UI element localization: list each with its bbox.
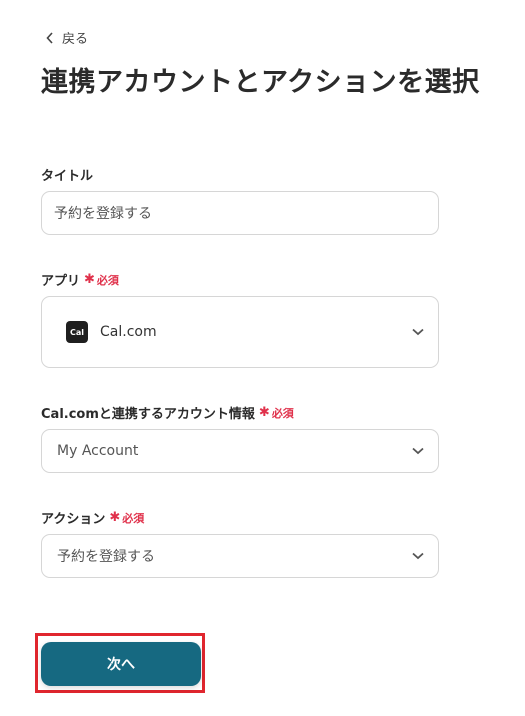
chevron-left-icon: [46, 31, 53, 44]
next-button[interactable]: 次へ: [41, 642, 201, 686]
chevron-down-icon: [412, 328, 424, 336]
title-field-label: タイトル: [41, 169, 94, 184]
required-badge: ✱ 必須: [109, 510, 145, 525]
action-select[interactable]: 予約を登録する: [41, 534, 439, 578]
action-field-label: アクション ✱ 必須: [41, 510, 145, 527]
app-select-value: Cal.com: [100, 324, 157, 340]
required-badge: ✱ 必須: [84, 272, 119, 287]
back-label: 戻る: [62, 32, 89, 47]
app-field-label: アプリ ✱ 必須: [41, 272, 119, 289]
account-field-label: Cal.comと連携するアカウント情報 ✱ 必須: [41, 405, 294, 422]
app-select[interactable]: Cal Cal.com: [41, 296, 439, 368]
action-select-value: 予約を登録する: [57, 549, 155, 565]
back-link[interactable]: 戻る: [46, 28, 88, 47]
title-input-wrapper: [41, 191, 439, 235]
account-select-value: My Account: [57, 443, 139, 459]
account-select[interactable]: My Account: [41, 429, 439, 473]
page-title: 連携アカウントとアクションを選択: [41, 67, 480, 98]
asterisk-icon: ✱: [84, 272, 95, 287]
asterisk-icon: ✱: [258, 405, 270, 420]
chevron-down-icon: [412, 447, 424, 455]
required-badge: ✱ 必須: [258, 405, 294, 420]
title-input[interactable]: [42, 205, 438, 221]
asterisk-icon: ✱: [109, 510, 121, 525]
app-logo: Cal: [66, 321, 88, 343]
chevron-down-icon: [412, 552, 424, 560]
